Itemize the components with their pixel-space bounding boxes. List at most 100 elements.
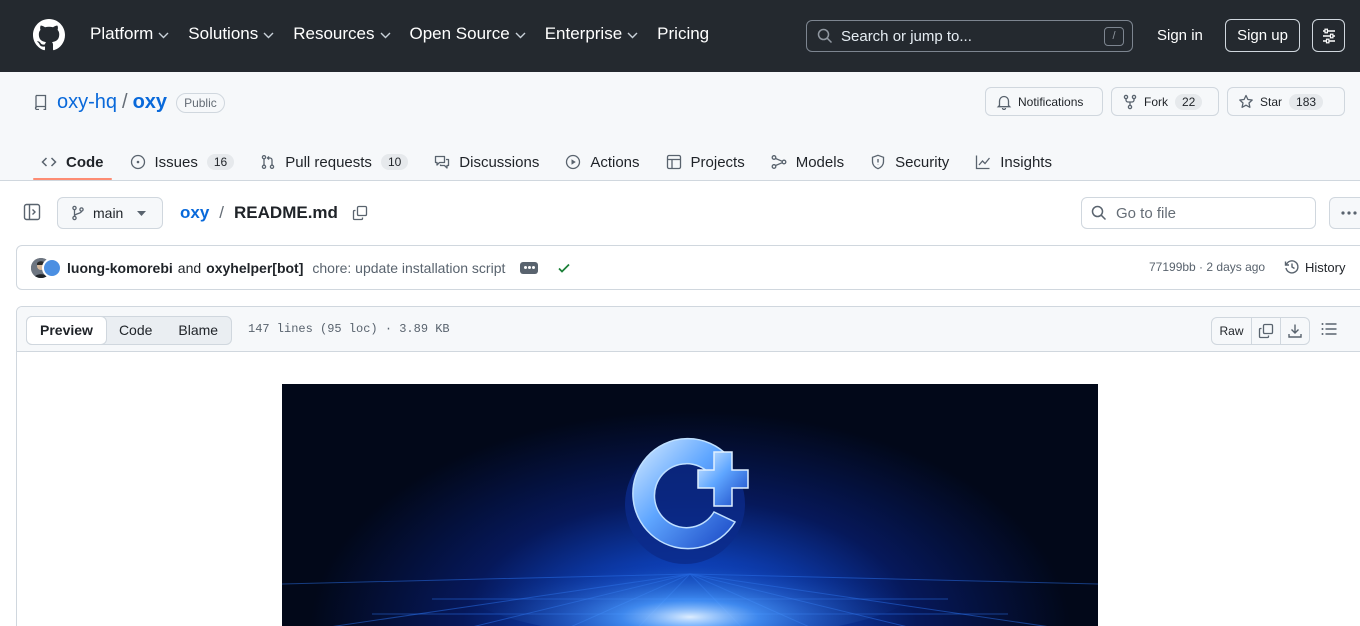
tab-discussions[interactable]: Discussions xyxy=(426,144,547,180)
tab-label: Actions xyxy=(590,153,640,171)
kebab-horizontal-icon xyxy=(1341,211,1357,215)
nav-open-source[interactable]: Open Source xyxy=(410,24,526,44)
tab-label: Security xyxy=(895,153,950,171)
nav-label: Platform xyxy=(90,24,154,43)
nav-platform[interactable]: Platform xyxy=(90,24,169,44)
tab-issues[interactable]: Issues 16 xyxy=(122,144,243,180)
tab-label: Code xyxy=(66,153,104,171)
chevron-down-icon xyxy=(158,32,169,39)
go-to-file-input[interactable]: Go to file xyxy=(1081,197,1316,229)
history-button[interactable]: History xyxy=(1284,259,1345,275)
tab-actions[interactable]: Actions xyxy=(557,144,647,180)
caret-down-icon xyxy=(137,210,147,216)
sidebar-expand-icon xyxy=(23,203,41,221)
star-count: 183 xyxy=(1289,93,1324,110)
nav-label: Enterprise xyxy=(544,24,623,43)
code-view-tab[interactable]: Code xyxy=(106,317,165,344)
nav-enterprise[interactable]: Enterprise xyxy=(545,24,638,44)
copy-icon xyxy=(1258,323,1274,339)
copy-raw-button[interactable] xyxy=(1252,318,1281,344)
expand-commit-message-button[interactable] xyxy=(520,261,539,274)
global-search-input[interactable]: Search or jump to... / xyxy=(806,20,1133,52)
file-tree-toggle-button[interactable] xyxy=(23,203,41,221)
download-icon xyxy=(1287,323,1303,339)
search-shortcut-badge: / xyxy=(1104,27,1124,46)
fork-icon xyxy=(1122,94,1138,110)
settings-menu-button[interactable] xyxy=(1312,19,1345,52)
star-icon xyxy=(1238,94,1254,110)
nav-resources[interactable]: Resources xyxy=(293,24,390,44)
discussions-icon xyxy=(434,154,450,170)
issue-icon xyxy=(130,154,146,170)
github-logo-icon[interactable] xyxy=(33,19,65,51)
shield-icon xyxy=(870,154,886,170)
star-button[interactable]: Star 183 xyxy=(1227,87,1345,116)
file-toolbar: Raw xyxy=(1211,317,1310,345)
commit-message-link[interactable]: chore: update installation script xyxy=(312,260,505,276)
fork-label: Fork xyxy=(1144,94,1168,109)
sign-up-button[interactable]: Sign up xyxy=(1225,19,1300,52)
banner-grid-graphic xyxy=(282,437,1098,626)
history-icon xyxy=(1284,259,1300,275)
breadcrumb-file: README.md xyxy=(234,203,338,222)
models-icon xyxy=(771,154,787,170)
check-icon[interactable] xyxy=(557,261,571,275)
tab-count: 10 xyxy=(380,154,409,170)
outline-button[interactable] xyxy=(1321,322,1337,336)
table-icon xyxy=(666,154,682,170)
branch-select[interactable]: main xyxy=(57,197,163,229)
repo-tabs: Code Issues 16 Pull requests 10 Discussi… xyxy=(33,144,1070,180)
tab-projects[interactable]: Projects xyxy=(658,144,753,180)
sign-in-link[interactable]: Sign in xyxy=(1157,27,1203,44)
chevron-down-icon xyxy=(627,32,638,39)
tab-label: Issues xyxy=(154,153,198,171)
commit-author-link[interactable]: luong-komorebi xyxy=(67,260,173,276)
fork-button[interactable]: Fork 22 xyxy=(1111,87,1219,116)
nav-label: Open Source xyxy=(409,24,510,43)
bot-avatar[interactable] xyxy=(42,257,62,278)
repo-name-link[interactable]: oxy xyxy=(133,91,167,114)
repo-icon xyxy=(33,94,49,110)
global-nav: Platform Solutions Resources Open Source… xyxy=(90,24,728,44)
visibility-badge: Public xyxy=(176,92,225,113)
tab-code[interactable]: Code xyxy=(33,144,112,180)
notifications-button[interactable]: Notifications xyxy=(985,87,1103,116)
readme-banner-image xyxy=(282,384,1098,626)
chevron-down-icon xyxy=(263,32,274,39)
commit-coauthor-link[interactable]: oxyhelper[bot] xyxy=(206,260,303,276)
latest-commit-box: luong-komorebi and oxyhelper[bot] chore:… xyxy=(16,245,1360,290)
copy-path-icon[interactable] xyxy=(352,205,368,221)
tab-count: 16 xyxy=(206,154,235,170)
repo-owner-link[interactable]: oxy-hq xyxy=(57,91,117,114)
bell-icon xyxy=(996,94,1012,110)
search-placeholder: Search or jump to... xyxy=(841,27,972,45)
blame-tab[interactable]: Blame xyxy=(165,317,231,344)
raw-button[interactable]: Raw xyxy=(1212,318,1252,344)
tab-insights[interactable]: Insights xyxy=(967,144,1060,180)
download-raw-button[interactable] xyxy=(1281,318,1309,344)
nav-pricing[interactable]: Pricing xyxy=(657,24,709,44)
tab-pull-requests[interactable]: Pull requests 10 xyxy=(252,144,416,180)
branch-icon xyxy=(71,205,85,221)
graph-icon xyxy=(975,154,991,170)
history-label: History xyxy=(1305,259,1346,275)
more-options-button[interactable] xyxy=(1329,197,1360,229)
sliders-icon xyxy=(1321,28,1337,44)
notifications-label: Notifications xyxy=(1018,94,1084,109)
repo-header: oxy-hq / oxy Public Notifications Fork 2… xyxy=(0,72,1360,181)
code-icon xyxy=(41,154,57,170)
tab-label: Discussions xyxy=(459,153,540,171)
breadcrumb: oxy / README.md xyxy=(180,203,368,223)
list-unordered-icon xyxy=(1321,322,1337,336)
tab-label: Pull requests xyxy=(285,153,372,171)
chevron-down-icon xyxy=(380,32,391,39)
breadcrumb-root-link[interactable]: oxy xyxy=(180,203,209,223)
tab-label: Insights xyxy=(1000,153,1052,171)
search-icon xyxy=(1091,205,1107,221)
tab-security[interactable]: Security xyxy=(862,144,957,180)
commit-sha-time[interactable]: 77199bb · 2 days ago xyxy=(1149,260,1265,274)
preview-tab[interactable]: Preview xyxy=(26,316,107,345)
file-viewer: Preview Code Blame 147 lines (95 loc) · … xyxy=(16,306,1360,626)
nav-solutions[interactable]: Solutions xyxy=(188,24,274,44)
tab-models[interactable]: Models xyxy=(763,144,852,180)
